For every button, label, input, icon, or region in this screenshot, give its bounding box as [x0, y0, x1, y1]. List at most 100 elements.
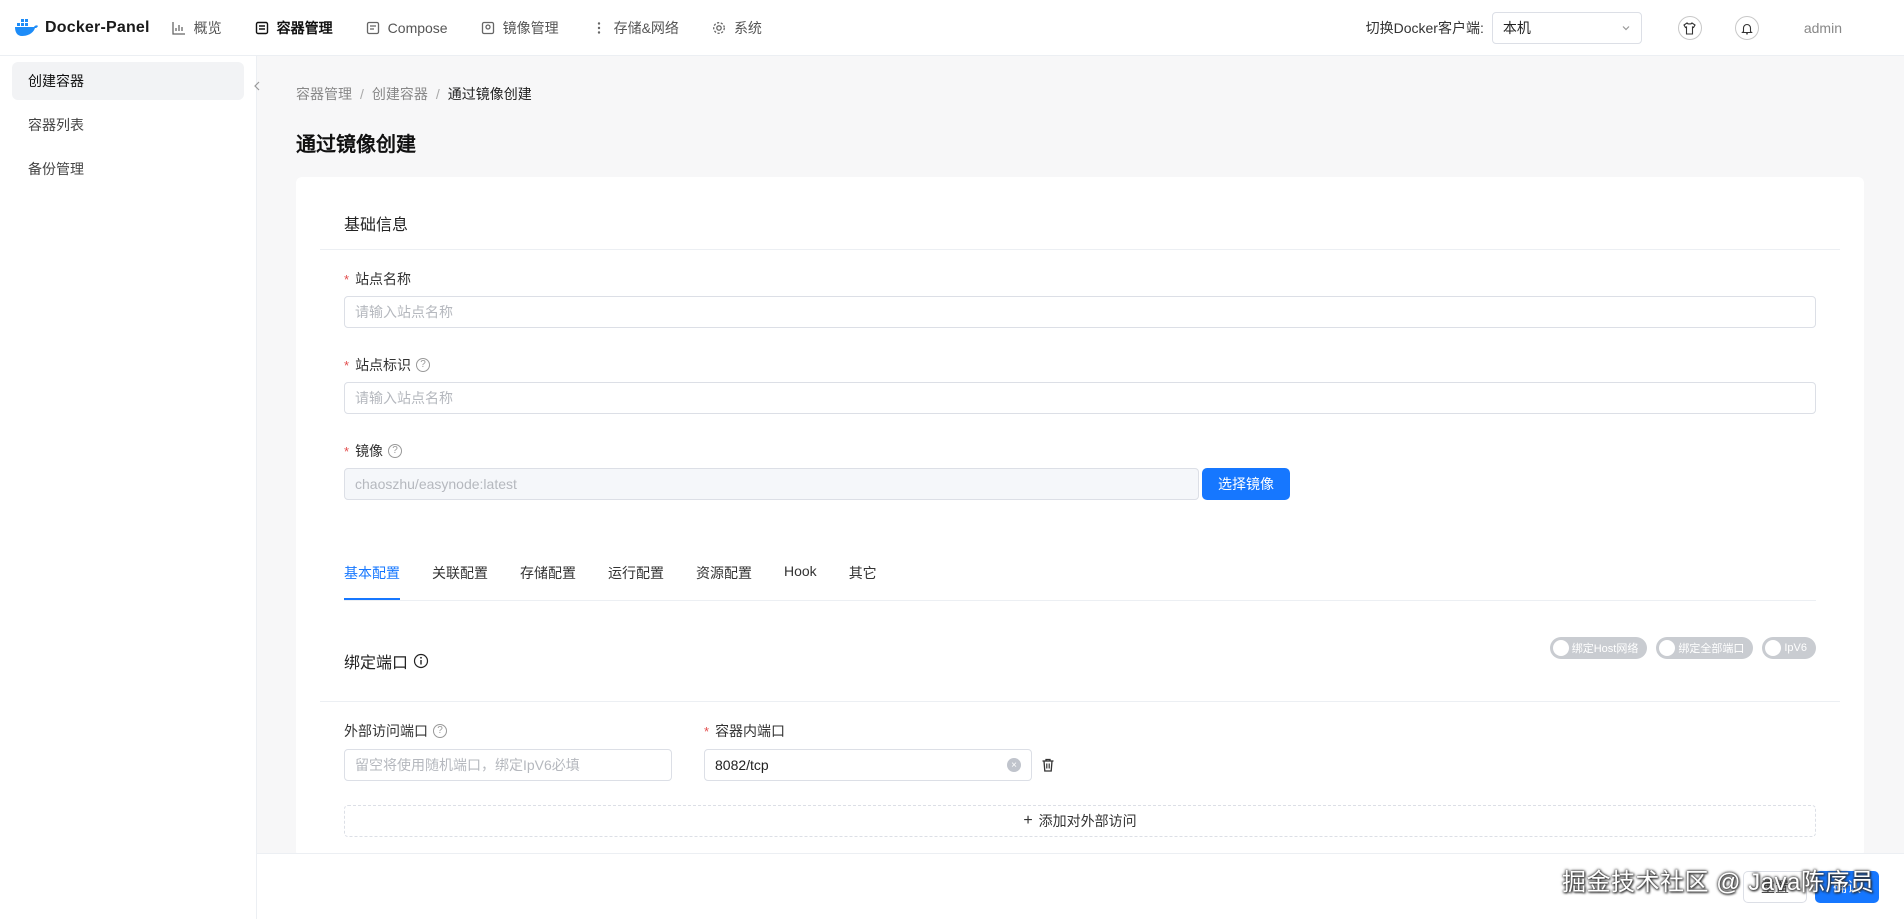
external-port-placeholder: 留空将使用随机端口，绑定IpV6必填	[355, 757, 580, 773]
tab-link-config[interactable]: 关联配置	[432, 561, 488, 597]
info-icon[interactable]	[413, 653, 429, 669]
internal-port-value: 8082/tcp	[715, 757, 769, 773]
nav-item-label: 存储&网络	[613, 19, 679, 36]
basic-info-title: 基础信息	[344, 217, 409, 234]
sidebar-item-container-list[interactable]: 容器列表	[12, 106, 244, 144]
site-name-placeholder: 请输入站点名称	[355, 304, 453, 320]
header-right: 切换Docker客户端: 本机 admin	[1366, 0, 1904, 56]
bind-ports-title: 绑定端口	[344, 649, 429, 673]
sidebar-item-label: 容器列表	[28, 117, 84, 133]
nav-item-compose[interactable]: Compose	[366, 0, 448, 56]
nav-item-container-management[interactable]: 容器管理	[255, 0, 333, 56]
tab-other[interactable]: 其它	[849, 561, 877, 597]
internal-port-input[interactable]: 8082/tcp ×	[704, 749, 1032, 781]
shirt-icon	[1683, 21, 1697, 35]
gear-icon	[712, 21, 725, 34]
breadcrumb: 容器管理 / 创建容器 / 通过镜像创建	[296, 84, 532, 104]
nav-item-label: 容器管理	[276, 19, 333, 36]
breadcrumb-item[interactable]: 容器管理	[296, 84, 352, 104]
tabs-divider	[344, 600, 1816, 601]
required-mark: *	[344, 357, 350, 373]
dots-icon	[597, 21, 600, 34]
image-input: chaoszhu/easynode:latest	[344, 468, 1199, 500]
switch-label: IpV6	[1784, 642, 1807, 654]
required-mark: *	[344, 443, 350, 459]
nav-item-overview[interactable]: 概览	[172, 0, 222, 56]
port-toggles: 绑定Host网络 绑定全部端口 IpV6	[1541, 637, 1816, 659]
active-tab-indicator	[344, 598, 400, 600]
plus-icon: +	[1023, 812, 1033, 829]
compose-icon	[366, 21, 379, 34]
page-title: 通过镜像创建	[296, 134, 416, 156]
nav-item-system[interactable]: 系统	[712, 0, 762, 56]
external-port-label-text: 外部访问端口	[344, 723, 428, 739]
chevron-left-icon	[254, 81, 260, 91]
required-mark: *	[704, 723, 710, 739]
site-name-input[interactable]: 请输入站点名称	[344, 296, 1816, 328]
bind-all-ports-switch[interactable]: 绑定全部端口	[1656, 637, 1754, 659]
sidebar-item-create-container[interactable]: 创建容器	[12, 62, 244, 100]
image-value: chaoszhu/easynode:latest	[355, 476, 517, 492]
bind-ports-title-text: 绑定端口	[344, 655, 409, 672]
chevron-down-icon	[1622, 26, 1630, 31]
tab-storage-config[interactable]: 存储配置	[520, 561, 576, 597]
sidebar: 创建容器 容器列表 备份管理	[0, 56, 257, 919]
nav-item-label: 系统	[733, 19, 762, 36]
image-label: * 镜像 ?	[344, 441, 403, 461]
add-external-access-button[interactable]: + 添加对外部访问	[344, 805, 1816, 837]
site-id-input[interactable]: 请输入站点名称	[344, 382, 1816, 414]
config-tabs: 基本配置 关联配置 存储配置 运行配置 资源配置 Hook 其它	[344, 561, 909, 597]
internal-port-label: * 容器内端口	[704, 721, 785, 741]
ipv6-switch[interactable]: IpV6	[1762, 637, 1816, 659]
select-image-button[interactable]: 选择镜像	[1202, 468, 1290, 500]
help-icon[interactable]: ?	[433, 724, 447, 738]
nav-item-label: Compose	[387, 19, 448, 36]
user-menu[interactable]: admin	[1804, 20, 1842, 36]
switch-label: 绑定Host网络	[1571, 643, 1639, 655]
tab-run-config[interactable]: 运行配置	[608, 561, 664, 597]
breadcrumb-item[interactable]: 创建容器	[372, 84, 428, 104]
help-icon[interactable]: ?	[416, 358, 431, 372]
docker-client-label: 切换Docker客户端:	[1365, 20, 1484, 36]
sidebar-item-label: 备份管理	[28, 161, 84, 177]
container-icon	[255, 21, 268, 34]
top-header: Docker-Panel 概览 容器管理 Compose 镜像管理 存储&网络 …	[0, 0, 1904, 56]
section-divider	[320, 701, 1840, 702]
docker-client-value: 本机	[1502, 20, 1531, 36]
nav-item-image-management[interactable]: 镜像管理	[481, 0, 559, 56]
sidebar-item-label: 创建容器	[28, 73, 84, 89]
watermark-text: 掘金技术社区 @ Java陈序员	[1562, 869, 1875, 896]
sidebar-item-backup-management[interactable]: 备份管理	[12, 150, 244, 188]
top-nav: 概览 容器管理 Compose 镜像管理 存储&网络 系统	[172, 0, 795, 56]
help-icon[interactable]: ?	[388, 444, 403, 458]
notification-button[interactable]	[1734, 16, 1759, 40]
theme-button[interactable]	[1677, 16, 1702, 40]
site-id-label-text: 站点标识	[355, 357, 412, 373]
site-name-label-text: 站点名称	[355, 271, 412, 287]
docker-client-select[interactable]: 本机	[1491, 12, 1642, 44]
trash-icon[interactable]	[1040, 757, 1056, 773]
clear-icon[interactable]: ×	[1007, 758, 1021, 772]
sidebar-collapse-button[interactable]	[246, 75, 268, 97]
site-id-placeholder: 请输入站点名称	[355, 390, 453, 406]
tab-resource-config[interactable]: 资源配置	[696, 561, 752, 597]
add-external-access-label: 添加对外部访问	[1038, 813, 1137, 829]
chart-icon	[172, 21, 185, 35]
nav-item-label: 镜像管理	[502, 19, 559, 36]
nav-item-storage-network[interactable]: 存储&网络	[592, 0, 679, 56]
section-divider	[320, 249, 1840, 250]
bind-host-network-switch[interactable]: 绑定Host网络	[1549, 637, 1648, 659]
tab-basic-config[interactable]: 基本配置	[344, 561, 400, 597]
breadcrumb-current: 通过镜像创建	[447, 86, 532, 102]
external-port-input[interactable]: 留空将使用随机端口，绑定IpV6必填	[344, 749, 672, 781]
create-container-form: 基础信息 * 站点名称 请输入站点名称 * 站点标识 ? 请输入站点名称 * 镜…	[296, 177, 1864, 857]
site-name-label: * 站点名称	[344, 269, 411, 289]
switch-label: 绑定全部端口	[1678, 643, 1745, 655]
app-logo[interactable]: Docker-Panel	[14, 18, 150, 37]
breadcrumb-separator: /	[435, 86, 440, 102]
image-icon	[481, 21, 494, 34]
image-label-text: 镜像	[355, 443, 384, 459]
nav-item-label: 概览	[193, 19, 222, 36]
internal-port-label-text: 容器内端口	[715, 723, 786, 739]
tab-hook[interactable]: Hook	[784, 561, 817, 597]
